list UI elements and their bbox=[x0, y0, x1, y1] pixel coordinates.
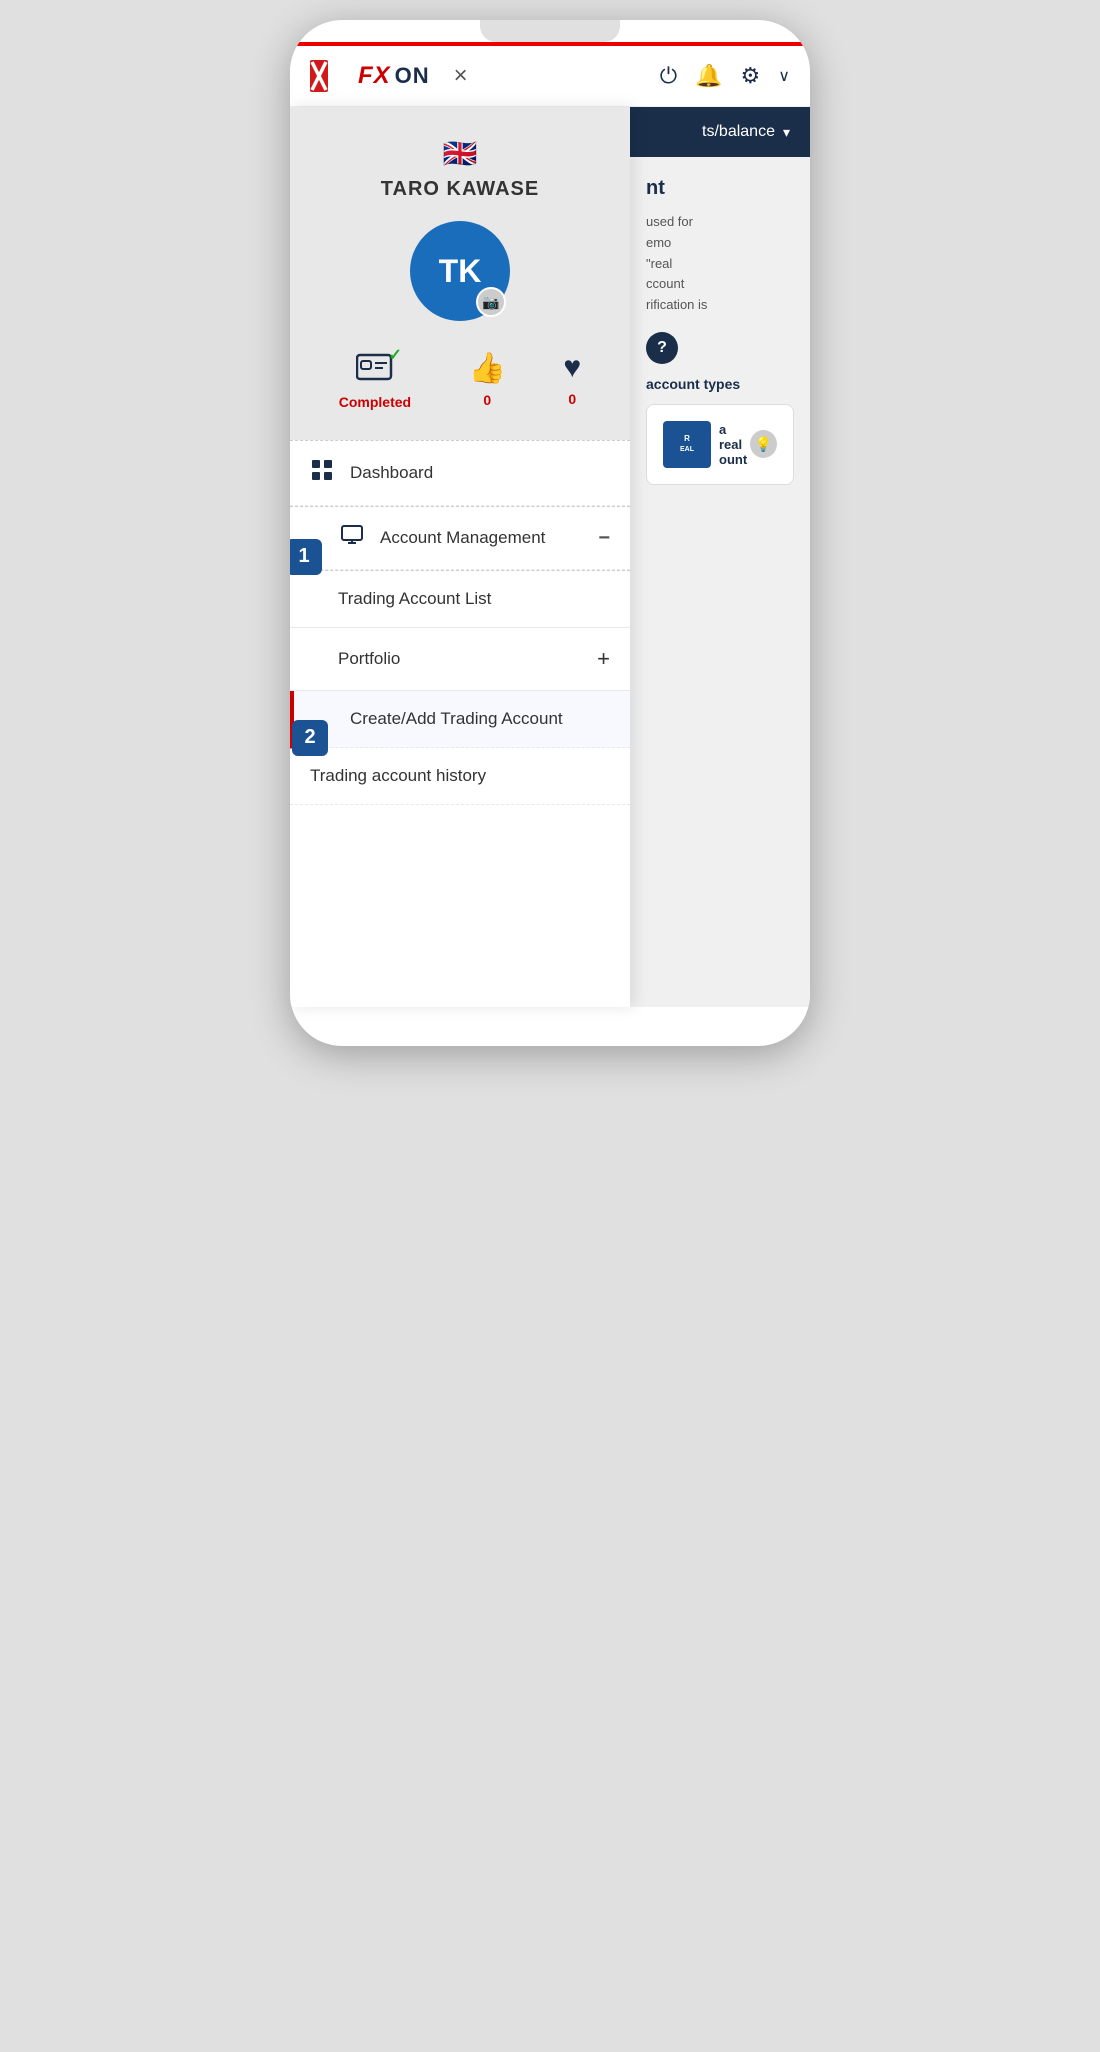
stat-heart: ♥ 0 bbox=[563, 351, 581, 410]
sidebar-item-dashboard[interactable]: Dashboard bbox=[290, 441, 630, 506]
account-text-1: a real bbox=[719, 422, 750, 452]
phone-frame: FXON × ⏻ 🔔 ⚙ ∨ 🇬🇧 TARO KAWASE TK 📷 bbox=[290, 20, 810, 1046]
account-text-2: ount bbox=[719, 452, 750, 467]
create-account-section: 2 Create/Add Trading Account bbox=[290, 691, 630, 748]
svg-text:EAL: EAL bbox=[680, 446, 695, 453]
desc-line-1: used foremo"realccountrification is bbox=[646, 214, 707, 312]
checkmark-icon: ✓ bbox=[389, 345, 402, 365]
create-trading-account-label: Create/Add Trading Account bbox=[350, 709, 610, 729]
grid-icon bbox=[311, 459, 333, 481]
stat-verification: ✓ Completed bbox=[339, 351, 411, 410]
gear-icon[interactable]: ⚙ bbox=[741, 63, 761, 89]
header-chevron-icon[interactable]: ∨ bbox=[778, 66, 790, 86]
step-badge-2: 2 bbox=[292, 720, 328, 756]
phone-notch bbox=[480, 20, 620, 42]
bulb-icon: 💡 bbox=[750, 430, 777, 458]
camera-icon[interactable]: 📷 bbox=[476, 287, 506, 317]
sidebar-item-create-trading-account[interactable]: Create/Add Trading Account bbox=[290, 691, 630, 748]
fxon-logo-icon bbox=[310, 60, 348, 92]
thumbsup-value: 0 bbox=[483, 392, 491, 408]
account-text: a real ount bbox=[719, 422, 750, 467]
portfolio-label: Portfolio bbox=[338, 649, 581, 669]
real-badge: R EAL bbox=[663, 421, 711, 468]
monitor-icon bbox=[340, 525, 364, 551]
right-panel-title: nt bbox=[646, 177, 794, 200]
completed-label: Completed bbox=[339, 394, 411, 410]
account-management-section: 1 Account Management − bbox=[290, 507, 630, 570]
collapse-icon[interactable]: − bbox=[598, 527, 610, 550]
stats-row: ✓ Completed 👍 0 ♥ 0 bbox=[310, 341, 610, 420]
balance-label: ts/balance bbox=[702, 123, 775, 141]
sidebar-item-account-management[interactable]: Account Management − bbox=[290, 507, 630, 570]
dashboard-label: Dashboard bbox=[350, 463, 610, 483]
sidebar-item-trading-account-list[interactable]: Trading Account List bbox=[290, 571, 630, 628]
sidebar-item-portfolio[interactable]: Portfolio + bbox=[290, 628, 630, 691]
power-icon[interactable]: ⏻ bbox=[660, 63, 677, 89]
right-panel-header: ts/balance ▾ bbox=[630, 107, 810, 157]
app-header: FXON × ⏻ 🔔 ⚙ ∨ bbox=[290, 46, 810, 107]
user-name: TARO KAWASE bbox=[381, 178, 539, 201]
account-management-label: Account Management bbox=[380, 528, 582, 548]
logo-text: FXON bbox=[358, 62, 430, 90]
sidebar: 🇬🇧 TARO KAWASE TK 📷 bbox=[290, 107, 630, 1007]
right-panel: ts/balance ▾ nt used foremo"realccountri… bbox=[630, 107, 810, 1007]
right-panel-description: used foremo"realccountrification is bbox=[646, 212, 794, 316]
heart-icon: ♥ bbox=[563, 351, 581, 385]
dashboard-icon bbox=[310, 459, 334, 487]
step-badge-1: 1 bbox=[290, 539, 322, 575]
flag-icon: 🇬🇧 bbox=[443, 137, 478, 170]
account-card: R EAL a real ount 💡 bbox=[646, 404, 794, 485]
account-types-label: account types bbox=[646, 376, 794, 392]
id-card-icon: ✓ bbox=[356, 351, 394, 388]
close-button[interactable]: × bbox=[454, 62, 468, 90]
thumbsup-icon: 👍 bbox=[469, 351, 506, 386]
monitor-svg bbox=[341, 525, 363, 545]
content-area: 🇬🇧 TARO KAWASE TK 📷 bbox=[290, 107, 810, 1007]
logo-area: FXON × bbox=[310, 60, 468, 92]
profile-section: 🇬🇧 TARO KAWASE TK 📷 bbox=[290, 107, 630, 440]
header-icons: ⏻ 🔔 ⚙ ∨ bbox=[660, 63, 790, 89]
trading-history-label: Trading account history bbox=[310, 766, 610, 786]
avatar-container: TK 📷 bbox=[410, 221, 510, 321]
question-icon[interactable]: ? bbox=[646, 332, 678, 364]
stat-thumbsup: 👍 0 bbox=[469, 351, 506, 410]
heart-value: 0 bbox=[568, 391, 576, 407]
account-card-content: R EAL a real ount bbox=[663, 421, 750, 468]
sidebar-item-trading-history[interactable]: Trading account history bbox=[290, 748, 630, 805]
svg-text:R: R bbox=[684, 434, 690, 443]
bell-icon[interactable]: 🔔 bbox=[695, 63, 722, 89]
plus-icon[interactable]: + bbox=[597, 646, 610, 672]
right-content: nt used foremo"realccountrification is ?… bbox=[630, 157, 810, 517]
trading-account-list-label: Trading Account List bbox=[338, 589, 610, 609]
header-dropdown-icon[interactable]: ▾ bbox=[783, 124, 790, 141]
real-badge-icon: R EAL bbox=[673, 427, 701, 459]
